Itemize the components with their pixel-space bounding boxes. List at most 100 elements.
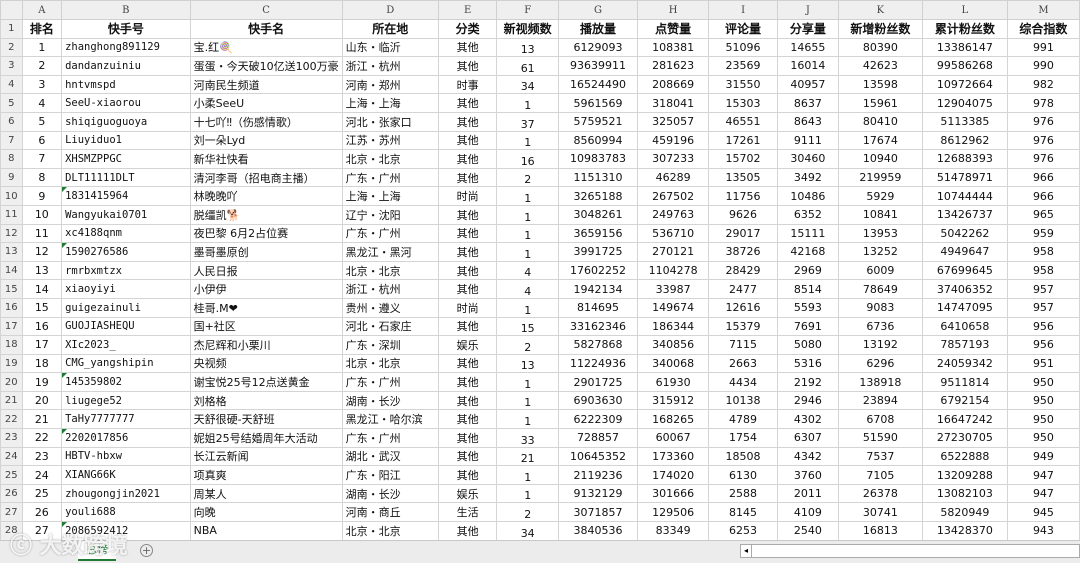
cell[interactable]: 6352 — [776, 204, 839, 225]
cell[interactable]: 12 — [21, 242, 63, 262]
cell[interactable]: 24059342 — [921, 353, 1008, 374]
cell[interactable]: 270121 — [637, 242, 710, 262]
cell[interactable]: 9511814 — [921, 372, 1008, 392]
cell[interactable]: 小伊伊 — [189, 279, 343, 299]
cell[interactable]: 51478971 — [921, 167, 1008, 188]
cell[interactable]: 2946 — [776, 390, 839, 411]
cell[interactable]: 9111 — [776, 130, 839, 151]
cell[interactable]: 2119236 — [557, 465, 639, 485]
column-title-cell[interactable]: 评论量 — [708, 19, 778, 39]
row-header[interactable]: 15 — [0, 279, 23, 299]
cell[interactable]: 杰尼辉和小栗川 — [189, 335, 343, 355]
cell[interactable]: 河北・张家口 — [341, 111, 439, 132]
cell[interactable]: 10940 — [837, 149, 923, 169]
cell[interactable]: 1942134 — [557, 279, 639, 299]
cell[interactable]: 340068 — [637, 353, 710, 374]
column-title-cell[interactable]: 所在地 — [341, 19, 439, 39]
cell[interactable]: 25 — [21, 483, 63, 504]
column-header-G[interactable]: G — [557, 0, 639, 20]
cell[interactable]: 15961 — [837, 93, 923, 113]
cell[interactable]: 北京・北京 — [341, 149, 439, 169]
cell[interactable]: 814695 — [557, 297, 639, 318]
column-header-L[interactable]: L — [921, 0, 1008, 20]
cell[interactable]: 991 — [1006, 37, 1080, 58]
cell[interactable]: 时事 — [437, 74, 498, 95]
cell[interactable]: 妮姐25号结婚周年大活动 — [189, 428, 343, 448]
cell[interactable]: 281623 — [637, 56, 710, 76]
cell[interactable]: 129506 — [637, 502, 710, 523]
cell[interactable]: 11756 — [708, 186, 778, 206]
cell[interactable]: 307233 — [637, 149, 710, 169]
cell[interactable]: 6253 — [708, 521, 778, 541]
cell[interactable]: 30741 — [837, 502, 923, 523]
cell[interactable]: 13252 — [837, 242, 923, 262]
cell[interactable]: 145359802 — [61, 372, 191, 392]
cell[interactable]: 2901725 — [557, 372, 639, 392]
cell[interactable]: 13386147 — [921, 37, 1008, 58]
cell[interactable]: 6307 — [776, 428, 839, 448]
cell[interactable]: 9 — [21, 186, 63, 206]
cell[interactable]: 广东・阳江 — [341, 465, 439, 485]
cell[interactable]: 刘格格 — [189, 390, 343, 411]
cell[interactable]: 5929 — [837, 186, 923, 206]
cell[interactable]: 其他 — [437, 56, 498, 76]
cell[interactable]: 30460 — [776, 149, 839, 169]
cell[interactable]: 2011 — [776, 483, 839, 504]
cell[interactable]: 29017 — [708, 223, 778, 244]
cell[interactable]: 湖南・长沙 — [341, 483, 439, 504]
row-header[interactable]: 14 — [0, 260, 23, 281]
cell[interactable]: 149674 — [637, 297, 710, 318]
column-title-cell[interactable]: 分享量 — [776, 19, 839, 39]
cell[interactable]: 950 — [1006, 409, 1080, 430]
cell[interactable]: 天舒很硬-天舒班 — [189, 409, 343, 430]
cell[interactable]: 325057 — [637, 111, 710, 132]
cell[interactable]: 20 — [21, 390, 63, 411]
cell[interactable]: 上海・上海 — [341, 186, 439, 206]
cell[interactable]: 其他 — [437, 409, 498, 430]
cell[interactable]: 河北・石家庄 — [341, 316, 439, 337]
cell[interactable]: shiqiguoguoya — [61, 111, 191, 132]
cell[interactable]: 小柔SeeU — [189, 93, 343, 113]
cell[interactable]: 21 — [496, 446, 559, 467]
cell[interactable]: 其他 — [437, 242, 498, 262]
cell[interactable]: 21 — [21, 409, 63, 430]
cell[interactable]: 26 — [21, 502, 63, 523]
column-title-cell[interactable]: 快手名 — [189, 19, 343, 39]
cell[interactable]: 项真爽 — [189, 465, 343, 485]
cell[interactable]: 950 — [1006, 390, 1080, 411]
cell[interactable]: 湖南・长沙 — [341, 390, 439, 411]
cell[interactable]: 其他 — [437, 149, 498, 169]
cell[interactable]: 8560994 — [557, 130, 639, 151]
cell[interactable]: hntvmspd — [61, 74, 191, 95]
cell[interactable]: 958 — [1006, 260, 1080, 281]
cell[interactable]: 7857193 — [921, 335, 1008, 355]
cell[interactable]: 5759521 — [557, 111, 639, 132]
cell[interactable]: 958 — [1006, 242, 1080, 262]
cell[interactable]: 208669 — [637, 74, 710, 95]
cell[interactable]: 33162346 — [557, 316, 639, 337]
row-header[interactable]: 4 — [0, 74, 23, 95]
cell[interactable]: 459196 — [637, 130, 710, 151]
cell[interactable]: 956 — [1006, 335, 1080, 355]
column-title-cell[interactable]: 新视频数 — [496, 19, 559, 39]
cell[interactable]: 51590 — [837, 428, 923, 448]
cell[interactable]: 2 — [496, 167, 559, 188]
cell[interactable]: 河南・郑州 — [341, 74, 439, 95]
cell[interactable]: 965 — [1006, 204, 1080, 225]
cell[interactable]: 9083 — [837, 297, 923, 318]
cell[interactable]: 340856 — [637, 335, 710, 355]
cell[interactable]: 周某人 — [189, 483, 343, 504]
cell[interactable]: 966 — [1006, 186, 1080, 206]
cell[interactable]: 向晚 — [189, 502, 343, 523]
cell[interactable]: 其他 — [437, 372, 498, 392]
cell[interactable]: 1590276586 — [61, 242, 191, 262]
row-header[interactable]: 17 — [0, 316, 23, 337]
cell[interactable]: 13426737 — [921, 204, 1008, 225]
cell[interactable]: 3760 — [776, 465, 839, 485]
cell[interactable]: 1 — [496, 204, 559, 225]
cell[interactable]: 广东・深圳 — [341, 335, 439, 355]
cell[interactable]: 2969 — [776, 260, 839, 281]
cell[interactable]: 6736 — [837, 316, 923, 337]
cell[interactable]: 4109 — [776, 502, 839, 523]
row-header[interactable]: 7 — [0, 130, 23, 151]
